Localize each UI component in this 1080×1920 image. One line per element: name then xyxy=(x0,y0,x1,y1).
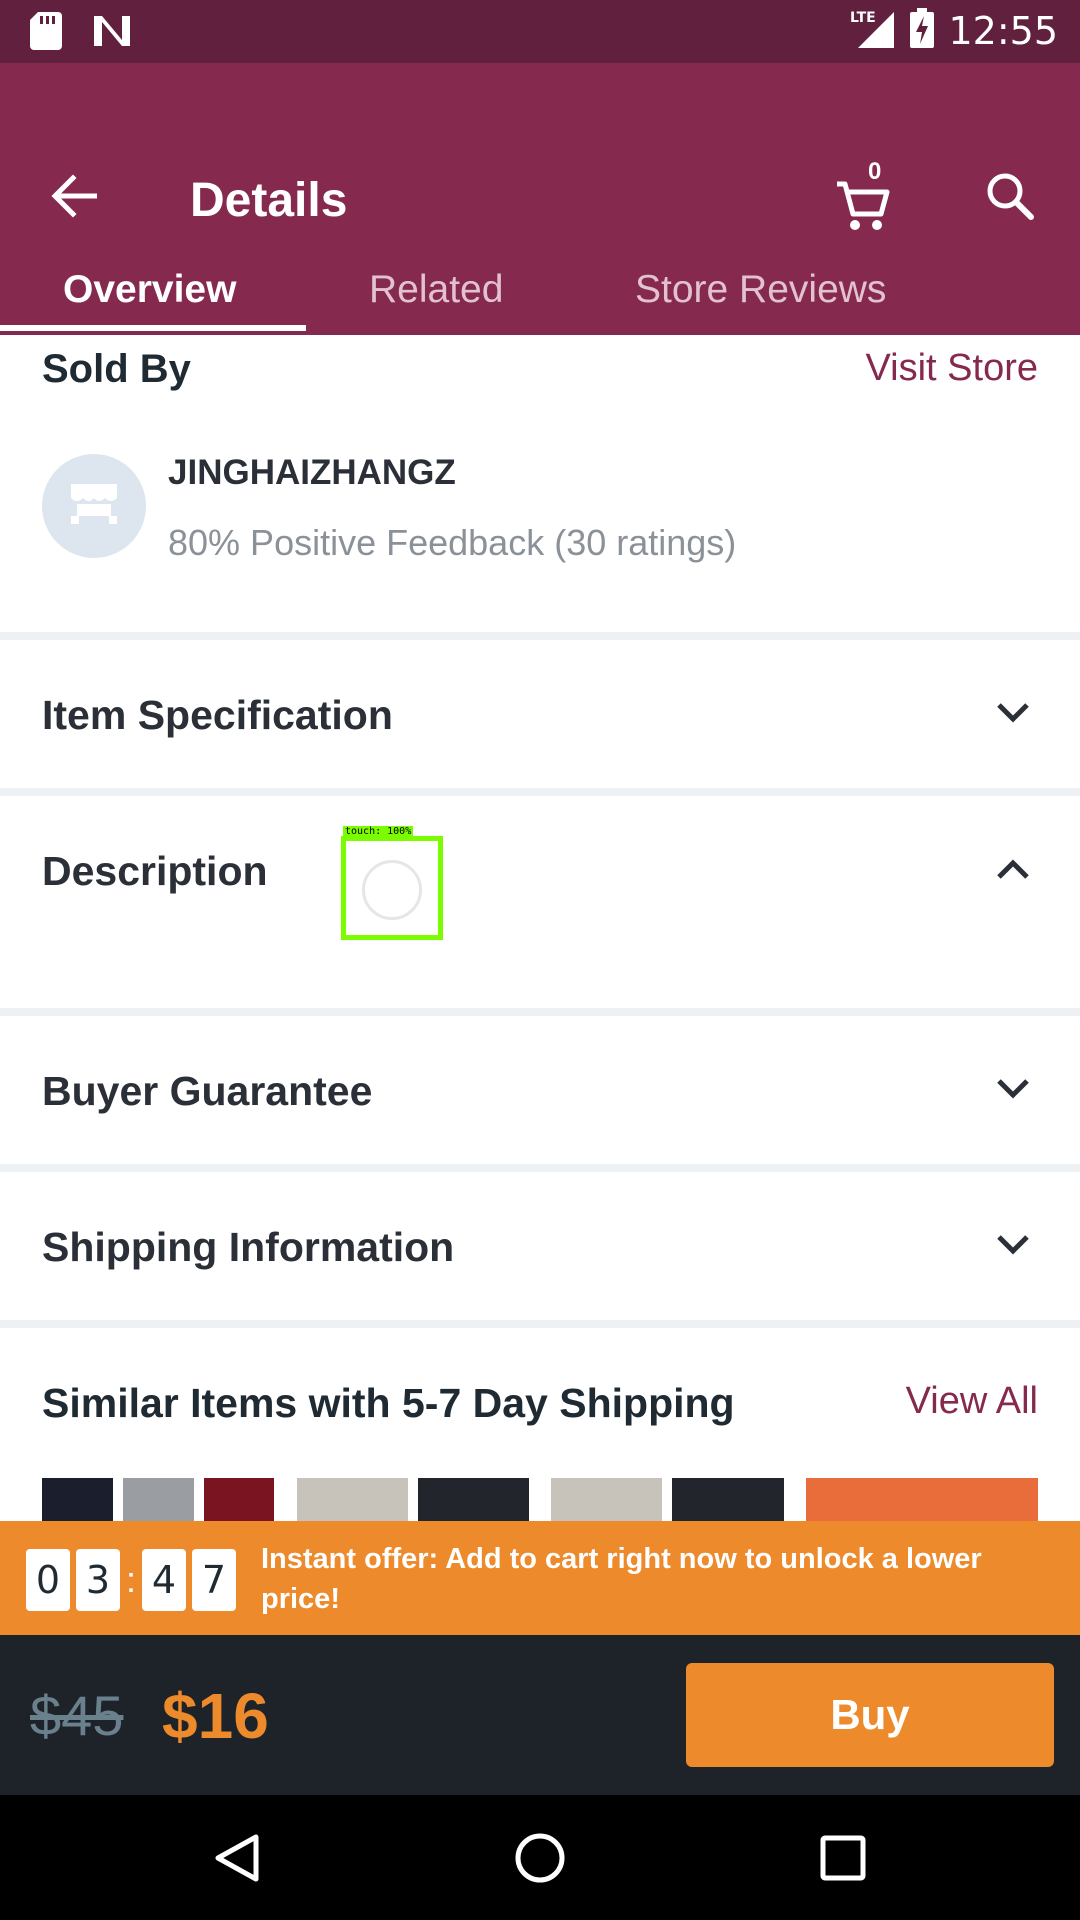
buy-button[interactable]: Buy xyxy=(686,1663,1054,1767)
similar-item-thumbnail[interactable] xyxy=(805,1478,1038,1522)
triangle-back-icon xyxy=(214,1833,260,1888)
offer-text: Instant offer: Add to cart right now to … xyxy=(261,1543,982,1615)
square-recents-icon xyxy=(820,1835,866,1886)
shopping-cart-icon xyxy=(835,178,891,239)
svg-text:LTE: LTE xyxy=(850,10,876,26)
nav-back-button[interactable] xyxy=(202,1825,272,1895)
divider xyxy=(0,1008,1080,1016)
circle-home-icon xyxy=(514,1832,566,1889)
section-item-specification[interactable]: Item Specification xyxy=(0,640,1080,790)
sold-by-heading: Sold By xyxy=(42,347,191,391)
battery-charging-icon xyxy=(910,8,935,53)
store-feedback: 80% Positive Feedback (30 ratings) xyxy=(168,522,737,563)
page-title: Details xyxy=(190,174,348,227)
status-bar: LTE 12:55 xyxy=(0,0,1080,63)
timer-digit: 4 xyxy=(142,1549,186,1611)
arrow-left-icon xyxy=(51,173,99,223)
section-description[interactable]: Description xyxy=(0,796,1080,1008)
system-nav-bar xyxy=(0,1795,1080,1920)
section-shipping-information[interactable]: Shipping Information xyxy=(0,1172,1080,1322)
search-icon xyxy=(985,171,1035,226)
timer-separator: : xyxy=(126,1559,137,1600)
section-title: Shipping Information xyxy=(42,1224,455,1270)
store-avatar[interactable] xyxy=(42,454,146,558)
instant-offer-banner[interactable]: 0 3 : 4 7 Instant offer: Add to cart rig… xyxy=(0,1521,1080,1635)
storefront-icon xyxy=(67,480,121,533)
timer-digit: 3 xyxy=(76,1549,120,1611)
status-time: 12:55 xyxy=(948,8,1058,53)
app-bar: Details 0 Overview Related Store Reviews xyxy=(0,63,1080,335)
nav-recents-button[interactable] xyxy=(808,1825,878,1895)
store-name[interactable]: JINGHAIZHANGZ xyxy=(168,453,456,493)
view-all-link[interactable]: View All xyxy=(906,1380,1038,1423)
similar-item-thumbnail[interactable] xyxy=(42,1478,275,1522)
n-notification-icon xyxy=(92,14,132,53)
section-title: Buyer Guarantee xyxy=(42,1068,373,1114)
buy-bar: $45 $16 Buy xyxy=(0,1635,1080,1795)
similar-items-heading: Similar Items with 5-7 Day Shipping xyxy=(42,1380,735,1426)
original-price: $45 xyxy=(30,1684,124,1747)
timer-digit: 7 xyxy=(192,1549,236,1611)
chevron-down-icon xyxy=(988,688,1038,738)
section-title: Description xyxy=(42,848,268,894)
sd-card-icon xyxy=(30,12,62,55)
divider xyxy=(0,632,1080,640)
tab-store-reviews[interactable]: Store Reviews xyxy=(635,268,886,335)
similar-items-carousel[interactable] xyxy=(42,1478,1038,1522)
timer-digit: 0 xyxy=(26,1549,70,1611)
divider xyxy=(0,1320,1080,1328)
tab-indicator xyxy=(0,325,306,331)
touch-ripple xyxy=(362,860,422,920)
back-button[interactable] xyxy=(40,163,110,233)
visit-store-link[interactable]: Visit Store xyxy=(866,347,1038,390)
similar-item-thumbnail[interactable] xyxy=(551,1478,784,1522)
cart-button[interactable]: 0 xyxy=(835,158,905,238)
tab-related[interactable]: Related xyxy=(369,268,503,335)
sale-price: $16 xyxy=(162,1680,269,1752)
chevron-down-icon xyxy=(988,1064,1038,1114)
chevron-down-icon xyxy=(988,1220,1038,1270)
chevron-up-icon xyxy=(988,844,1038,894)
section-buyer-guarantee[interactable]: Buyer Guarantee xyxy=(0,1016,1080,1166)
section-title: Item Specification xyxy=(42,692,393,738)
similar-item-thumbnail[interactable] xyxy=(296,1478,529,1522)
divider xyxy=(0,788,1080,796)
countdown-timer: 0 3 : 4 7 xyxy=(26,1549,236,1611)
signal-icon: LTE xyxy=(850,8,896,53)
divider xyxy=(0,1164,1080,1172)
nav-home-button[interactable] xyxy=(505,1825,575,1895)
search-button[interactable] xyxy=(975,163,1045,233)
